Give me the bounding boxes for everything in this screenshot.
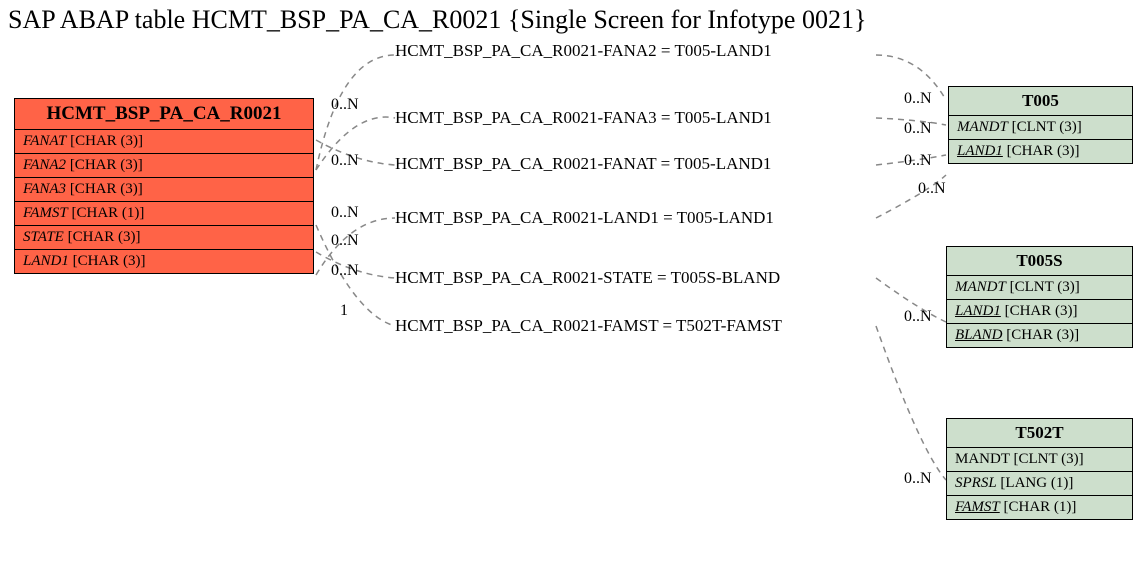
field-row: LAND1 [CHAR (3)] — [15, 250, 313, 273]
field-row: FAMST [CHAR (1)] — [15, 202, 313, 226]
cardinality-label: 0..N — [331, 262, 359, 280]
relation-label: HCMT_BSP_PA_CA_R0021-LAND1 = T005-LAND1 — [395, 208, 774, 228]
relation-label: HCMT_BSP_PA_CA_R0021-FANA2 = T005-LAND1 — [395, 41, 772, 61]
field-row: STATE [CHAR (3)] — [15, 226, 313, 250]
cardinality-label: 1 — [340, 302, 348, 320]
field-row: SPRSL [LANG (1)] — [947, 472, 1132, 496]
cardinality-label: 0..N — [904, 90, 932, 108]
field-row: FANA3 [CHAR (3)] — [15, 178, 313, 202]
entity-t005s: T005S MANDT [CLNT (3)] LAND1 [CHAR (3)] … — [946, 246, 1133, 348]
cardinality-label: 0..N — [331, 204, 359, 222]
cardinality-label: 0..N — [331, 232, 359, 250]
entity-t502t-name: T502T — [947, 419, 1132, 448]
relation-label: HCMT_BSP_PA_CA_R0021-FANA3 = T005-LAND1 — [395, 108, 772, 128]
relation-label: HCMT_BSP_PA_CA_R0021-FAMST = T502T-FAMST — [395, 316, 782, 336]
cardinality-label: 0..N — [904, 120, 932, 138]
field-row: MANDT [CLNT (3)] — [949, 116, 1132, 140]
entity-t005-name: T005 — [949, 87, 1132, 116]
field-row: FANA2 [CHAR (3)] — [15, 154, 313, 178]
entity-t005s-name: T005S — [947, 247, 1132, 276]
relation-label: HCMT_BSP_PA_CA_R0021-STATE = T005S-BLAND — [395, 268, 780, 288]
cardinality-label: 0..N — [904, 470, 932, 488]
field-row: FAMST [CHAR (1)] — [947, 496, 1132, 519]
field-row: FANAT [CHAR (3)] — [15, 130, 313, 154]
field-row: LAND1 [CHAR (3)] — [949, 140, 1132, 163]
main-entity-table: HCMT_BSP_PA_CA_R0021 FANAT [CHAR (3)] FA… — [14, 98, 314, 274]
field-row: MANDT [CLNT (3)] — [947, 448, 1132, 472]
cardinality-label: 0..N — [904, 308, 932, 326]
main-entity-name: HCMT_BSP_PA_CA_R0021 — [15, 99, 313, 130]
cardinality-label: 0..N — [904, 152, 932, 170]
cardinality-label: 0..N — [331, 152, 359, 170]
field-row: BLAND [CHAR (3)] — [947, 324, 1132, 347]
field-row: LAND1 [CHAR (3)] — [947, 300, 1132, 324]
relation-label: HCMT_BSP_PA_CA_R0021-FANAT = T005-LAND1 — [395, 154, 771, 174]
entity-t005: T005 MANDT [CLNT (3)] LAND1 [CHAR (3)] — [948, 86, 1133, 164]
entity-t502t: T502T MANDT [CLNT (3)] SPRSL [LANG (1)] … — [946, 418, 1133, 520]
cardinality-label: 0..N — [331, 96, 359, 114]
field-row: MANDT [CLNT (3)] — [947, 276, 1132, 300]
cardinality-label: 0..N — [918, 180, 946, 198]
diagram-title: SAP ABAP table HCMT_BSP_PA_CA_R0021 {Sin… — [8, 5, 866, 35]
